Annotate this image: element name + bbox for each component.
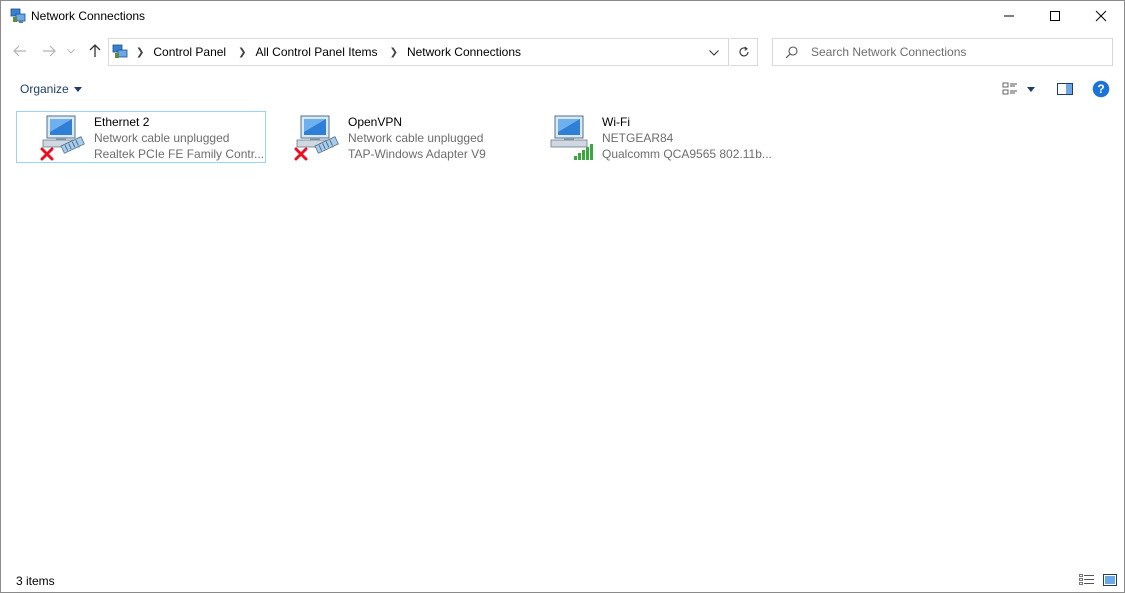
view-options-icon — [1002, 82, 1017, 95]
up-button[interactable] — [87, 42, 103, 60]
connections-list: Ethernet 2 Network cable unplugged Realt… — [1, 105, 1124, 565]
address-bar[interactable]: ❯ Control Panel ❯ All Control Panel Item… — [108, 38, 729, 66]
preview-pane-button[interactable] — [1056, 80, 1074, 98]
maximize-icon — [1050, 11, 1060, 21]
search-icon — [785, 46, 798, 59]
help-icon: ? — [1092, 80, 1110, 98]
connection-status: Network cable unplugged — [348, 131, 484, 145]
caret-down-icon — [73, 86, 82, 92]
navigation-bar: ❯ Control Panel ❯ All Control Panel Item… — [1, 32, 1124, 72]
change-view-button[interactable] — [1001, 80, 1019, 98]
breadcrumb: ❯ Control Panel ❯ All Control Panel Item… — [133, 45, 530, 59]
details-view-button[interactable] — [1079, 573, 1095, 587]
breadcrumb-separator-icon[interactable]: ❯ — [136, 47, 144, 58]
back-button[interactable] — [12, 42, 28, 60]
up-arrow-icon — [89, 44, 101, 57]
large-icons-view-button[interactable] — [1102, 573, 1118, 587]
large-icons-view-icon — [1103, 574, 1117, 586]
refresh-icon — [739, 46, 749, 57]
minimize-icon — [1004, 15, 1014, 17]
connection-item-openvpn[interactable]: OpenVPN Network cable unplugged TAP-Wind… — [270, 111, 520, 163]
explorer-window: Network Connections ❯ Control Panel ❯ Al… — [0, 0, 1125, 593]
title-bar: Network Connections — [1, 1, 1124, 32]
organize-label: Organize — [20, 82, 69, 96]
minimize-button[interactable] — [986, 1, 1032, 31]
connection-device: Realtek PCIe FE Family Contr... — [94, 147, 265, 161]
search-input[interactable] — [811, 43, 1101, 61]
connection-status: NETGEAR84 — [602, 131, 674, 145]
organize-menu-button[interactable]: Organize — [20, 82, 82, 96]
connection-details: Wi-Fi NETGEAR84 Qualcomm QCA9565 802.11b… — [602, 114, 772, 162]
connection-name: Ethernet 2 — [94, 115, 150, 129]
search-box[interactable] — [772, 38, 1113, 66]
breadcrumb-network-connections[interactable]: Network Connections — [407, 45, 521, 59]
address-dropdown-button[interactable] — [706, 47, 722, 59]
view-options-dropdown[interactable] — [1024, 80, 1038, 98]
status-bar: 3 items — [1, 568, 1124, 592]
connection-name: OpenVPN — [348, 115, 403, 129]
forward-button[interactable] — [41, 42, 57, 60]
maximize-button[interactable] — [1032, 1, 1078, 31]
breadcrumb-control-panel[interactable]: Control Panel — [153, 45, 226, 59]
connection-name: Wi-Fi — [602, 115, 630, 129]
ethernet-disconnected-icon — [40, 115, 85, 161]
close-button[interactable] — [1078, 1, 1124, 31]
refresh-button[interactable] — [730, 38, 758, 66]
close-icon — [1095, 10, 1107, 22]
network-connections-icon — [10, 8, 26, 23]
item-count: 3 items — [16, 574, 55, 588]
command-bar: Organize ? — [1, 74, 1124, 104]
wifi-connected-icon — [550, 115, 593, 160]
connection-device: Qualcomm QCA9565 802.11b... — [602, 147, 772, 161]
breadcrumb-all-control-panel-items[interactable]: All Control Panel Items — [256, 45, 378, 59]
breadcrumb-separator-icon[interactable]: ❯ — [390, 47, 398, 58]
recent-locations-button[interactable] — [65, 42, 77, 60]
connection-details: Ethernet 2 Network cable unplugged Realt… — [94, 114, 264, 162]
forward-arrow-icon — [43, 45, 56, 57]
connection-item-ethernet-2[interactable]: Ethernet 2 Network cable unplugged Realt… — [16, 111, 266, 163]
connection-device: TAP-Windows Adapter V9 — [348, 147, 486, 161]
caret-down-icon — [1027, 86, 1035, 92]
chevron-down-icon — [709, 50, 719, 56]
connection-status: Network cable unplugged — [94, 131, 230, 145]
back-arrow-icon — [13, 45, 26, 57]
control-panel-icon — [112, 44, 128, 58]
help-button[interactable]: ? — [1092, 80, 1110, 98]
details-view-icon — [1079, 574, 1094, 585]
chevron-down-icon — [67, 48, 75, 54]
window-title: Network Connections — [31, 9, 146, 23]
connection-details: OpenVPN Network cable unplugged TAP-Wind… — [348, 114, 486, 162]
preview-pane-icon — [1057, 83, 1073, 95]
connection-item-wi-fi[interactable]: Wi-Fi NETGEAR84 Qualcomm QCA9565 802.11b… — [524, 111, 774, 163]
breadcrumb-separator-icon[interactable]: ❯ — [238, 47, 246, 58]
svg-text:?: ? — [1097, 82, 1104, 96]
ethernet-disconnected-icon — [294, 115, 339, 161]
